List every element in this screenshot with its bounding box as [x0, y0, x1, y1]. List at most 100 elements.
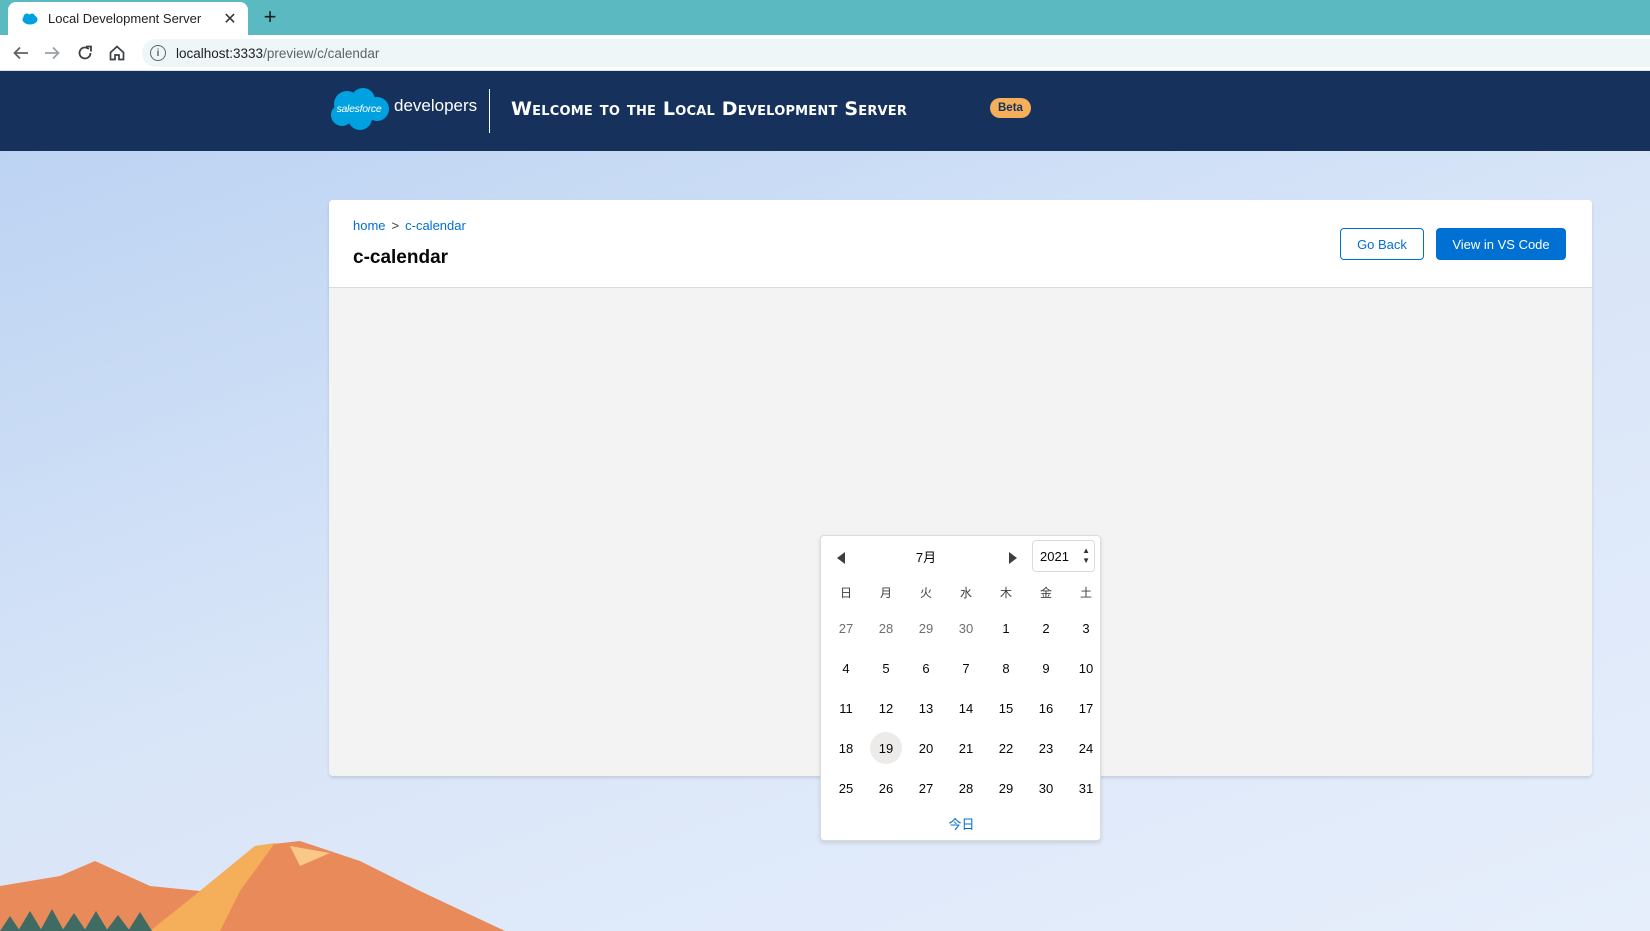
- address-bar[interactable]: i localhost:3333/preview/c/calendar: [142, 39, 1650, 67]
- weekday-header-row: 日月火水木金土: [826, 576, 1106, 608]
- calendar-day[interactable]: 2: [1026, 608, 1066, 648]
- reload-button[interactable]: [73, 41, 97, 65]
- calendar-day[interactable]: 15: [986, 688, 1026, 728]
- weekday-label: 金: [1039, 585, 1052, 600]
- calendar-day[interactable]: 31: [1066, 768, 1106, 808]
- calendar-day[interactable]: 8: [986, 648, 1026, 688]
- breadcrumb-home-link[interactable]: home: [353, 218, 386, 233]
- day-number: 1: [1002, 620, 1010, 636]
- calendar-day[interactable]: 18: [826, 728, 866, 768]
- calendar-week-row: 27 28 29 30 1 2 3: [826, 608, 1106, 648]
- header-title: Welcome to the Local Development Server: [511, 98, 908, 120]
- calendar-day[interactable]: 5: [866, 648, 906, 688]
- calendar-day[interactable]: 1: [986, 608, 1026, 648]
- caret-left-icon: [837, 552, 845, 564]
- day-number: 11: [839, 700, 853, 716]
- go-back-button[interactable]: Go Back: [1340, 228, 1424, 260]
- day-number: 31: [1078, 780, 1094, 796]
- calendar-day[interactable]: 6: [906, 648, 946, 688]
- calendar-day[interactable]: 24: [1066, 728, 1106, 768]
- day-number: 30: [1038, 780, 1054, 796]
- calendar-day[interactable]: 3: [1066, 608, 1106, 648]
- calendar-day[interactable]: 14: [946, 688, 986, 728]
- calendar-day[interactable]: 9: [1026, 648, 1066, 688]
- new-tab-button[interactable]: +: [258, 5, 282, 29]
- next-month-button[interactable]: [1003, 546, 1023, 570]
- calendar-day-today[interactable]: 19: [866, 728, 906, 768]
- calendar-day[interactable]: 21: [946, 728, 986, 768]
- day-number: 13: [918, 700, 934, 716]
- view-in-vscode-button[interactable]: View in VS Code: [1436, 228, 1566, 260]
- day-number: 26: [878, 780, 894, 796]
- calendar-day[interactable]: 10: [1066, 648, 1106, 688]
- day-number: 22: [998, 740, 1014, 756]
- day-number: 12: [878, 700, 894, 716]
- day-number: 23: [1038, 740, 1054, 756]
- browser-tab[interactable]: Local Development Server ✕: [8, 2, 248, 35]
- day-number: 6: [922, 660, 930, 676]
- calendar-day[interactable]: 13: [906, 688, 946, 728]
- salesforce-favicon-icon: [22, 13, 38, 24]
- calendar-day[interactable]: 25: [826, 768, 866, 808]
- day-number: 28: [958, 780, 974, 796]
- calendar-day[interactable]: 29: [986, 768, 1026, 808]
- header-divider: [489, 89, 490, 133]
- month-label: 7月: [915, 550, 937, 565]
- logo-wordmark: salesforce: [336, 103, 382, 115]
- home-icon: [109, 45, 125, 61]
- calendar-day[interactable]: 26: [866, 768, 906, 808]
- mountain-illustration: [0, 841, 505, 931]
- year-select[interactable]: 2021 ▲ ▼: [1032, 540, 1095, 572]
- back-button[interactable]: [9, 41, 33, 65]
- calendar-day[interactable]: 20: [906, 728, 946, 768]
- day-number: 28: [878, 620, 894, 636]
- day-number: 29: [998, 780, 1014, 796]
- calendar-day[interactable]: 17: [1066, 688, 1106, 728]
- calendar-day[interactable]: 7: [946, 648, 986, 688]
- beta-badge: Beta: [990, 98, 1031, 118]
- close-tab-icon[interactable]: ✕: [222, 9, 238, 29]
- day-number: 5: [882, 660, 890, 676]
- calendar-day[interactable]: 22: [986, 728, 1026, 768]
- calendar-day[interactable]: 11: [826, 688, 866, 728]
- day-number: 7: [962, 660, 970, 676]
- calendar-day[interactable]: 4: [826, 648, 866, 688]
- weekday-label: 土: [1079, 585, 1092, 600]
- calendar-day[interactable]: 30: [946, 608, 986, 648]
- calendar-day[interactable]: 27: [826, 608, 866, 648]
- day-number: 27: [918, 780, 934, 796]
- calendar-day[interactable]: 27: [906, 768, 946, 808]
- day-number: 9: [1042, 660, 1050, 676]
- breadcrumb: home > c-calendar: [353, 218, 466, 233]
- forward-button[interactable]: [40, 41, 64, 65]
- page-title: c-calendar: [353, 247, 449, 268]
- calendar-grid: 日月火水木金土 27 28 29 30 1 2 3 4 5 6 7 8 9 10 11 12 13 14 15 16 17…: [826, 576, 1106, 808]
- app-header: salesforce developers Welcome to the Loc…: [0, 71, 1650, 151]
- calendar-day[interactable]: 29: [906, 608, 946, 648]
- logo-subtext: developers: [394, 96, 478, 115]
- url-text: localhost:3333/preview/c/calendar: [176, 45, 380, 61]
- calendar-week-row: 25 26 27 28 29 30 31: [826, 768, 1106, 808]
- day-number: 29: [918, 620, 934, 636]
- home-button[interactable]: [105, 41, 129, 65]
- calendar-day[interactable]: 28: [866, 608, 906, 648]
- day-number: 30: [958, 620, 974, 636]
- breadcrumb-current-link[interactable]: c-calendar: [405, 218, 466, 233]
- calendar-day[interactable]: 23: [1026, 728, 1066, 768]
- day-number: 17: [1078, 700, 1094, 716]
- weekday-label: 日: [839, 585, 852, 600]
- day-number: 27: [838, 620, 854, 636]
- previous-month-button[interactable]: [831, 546, 851, 570]
- day-number: 20: [918, 740, 934, 756]
- today-link[interactable]: 今日: [821, 814, 1102, 833]
- reload-icon: [78, 45, 92, 60]
- calendar-week-row: 4 5 6 7 8 9 10: [826, 648, 1106, 688]
- calendar-day[interactable]: 28: [946, 768, 986, 808]
- day-number: 10: [1078, 660, 1094, 676]
- salesforce-developers-logo: salesforce developers: [328, 87, 477, 131]
- calendar-day[interactable]: 30: [1026, 768, 1066, 808]
- day-number: 14: [958, 700, 974, 716]
- calendar-day[interactable]: 12: [866, 688, 906, 728]
- calendar-day[interactable]: 16: [1026, 688, 1066, 728]
- site-info-icon[interactable]: i: [150, 45, 166, 61]
